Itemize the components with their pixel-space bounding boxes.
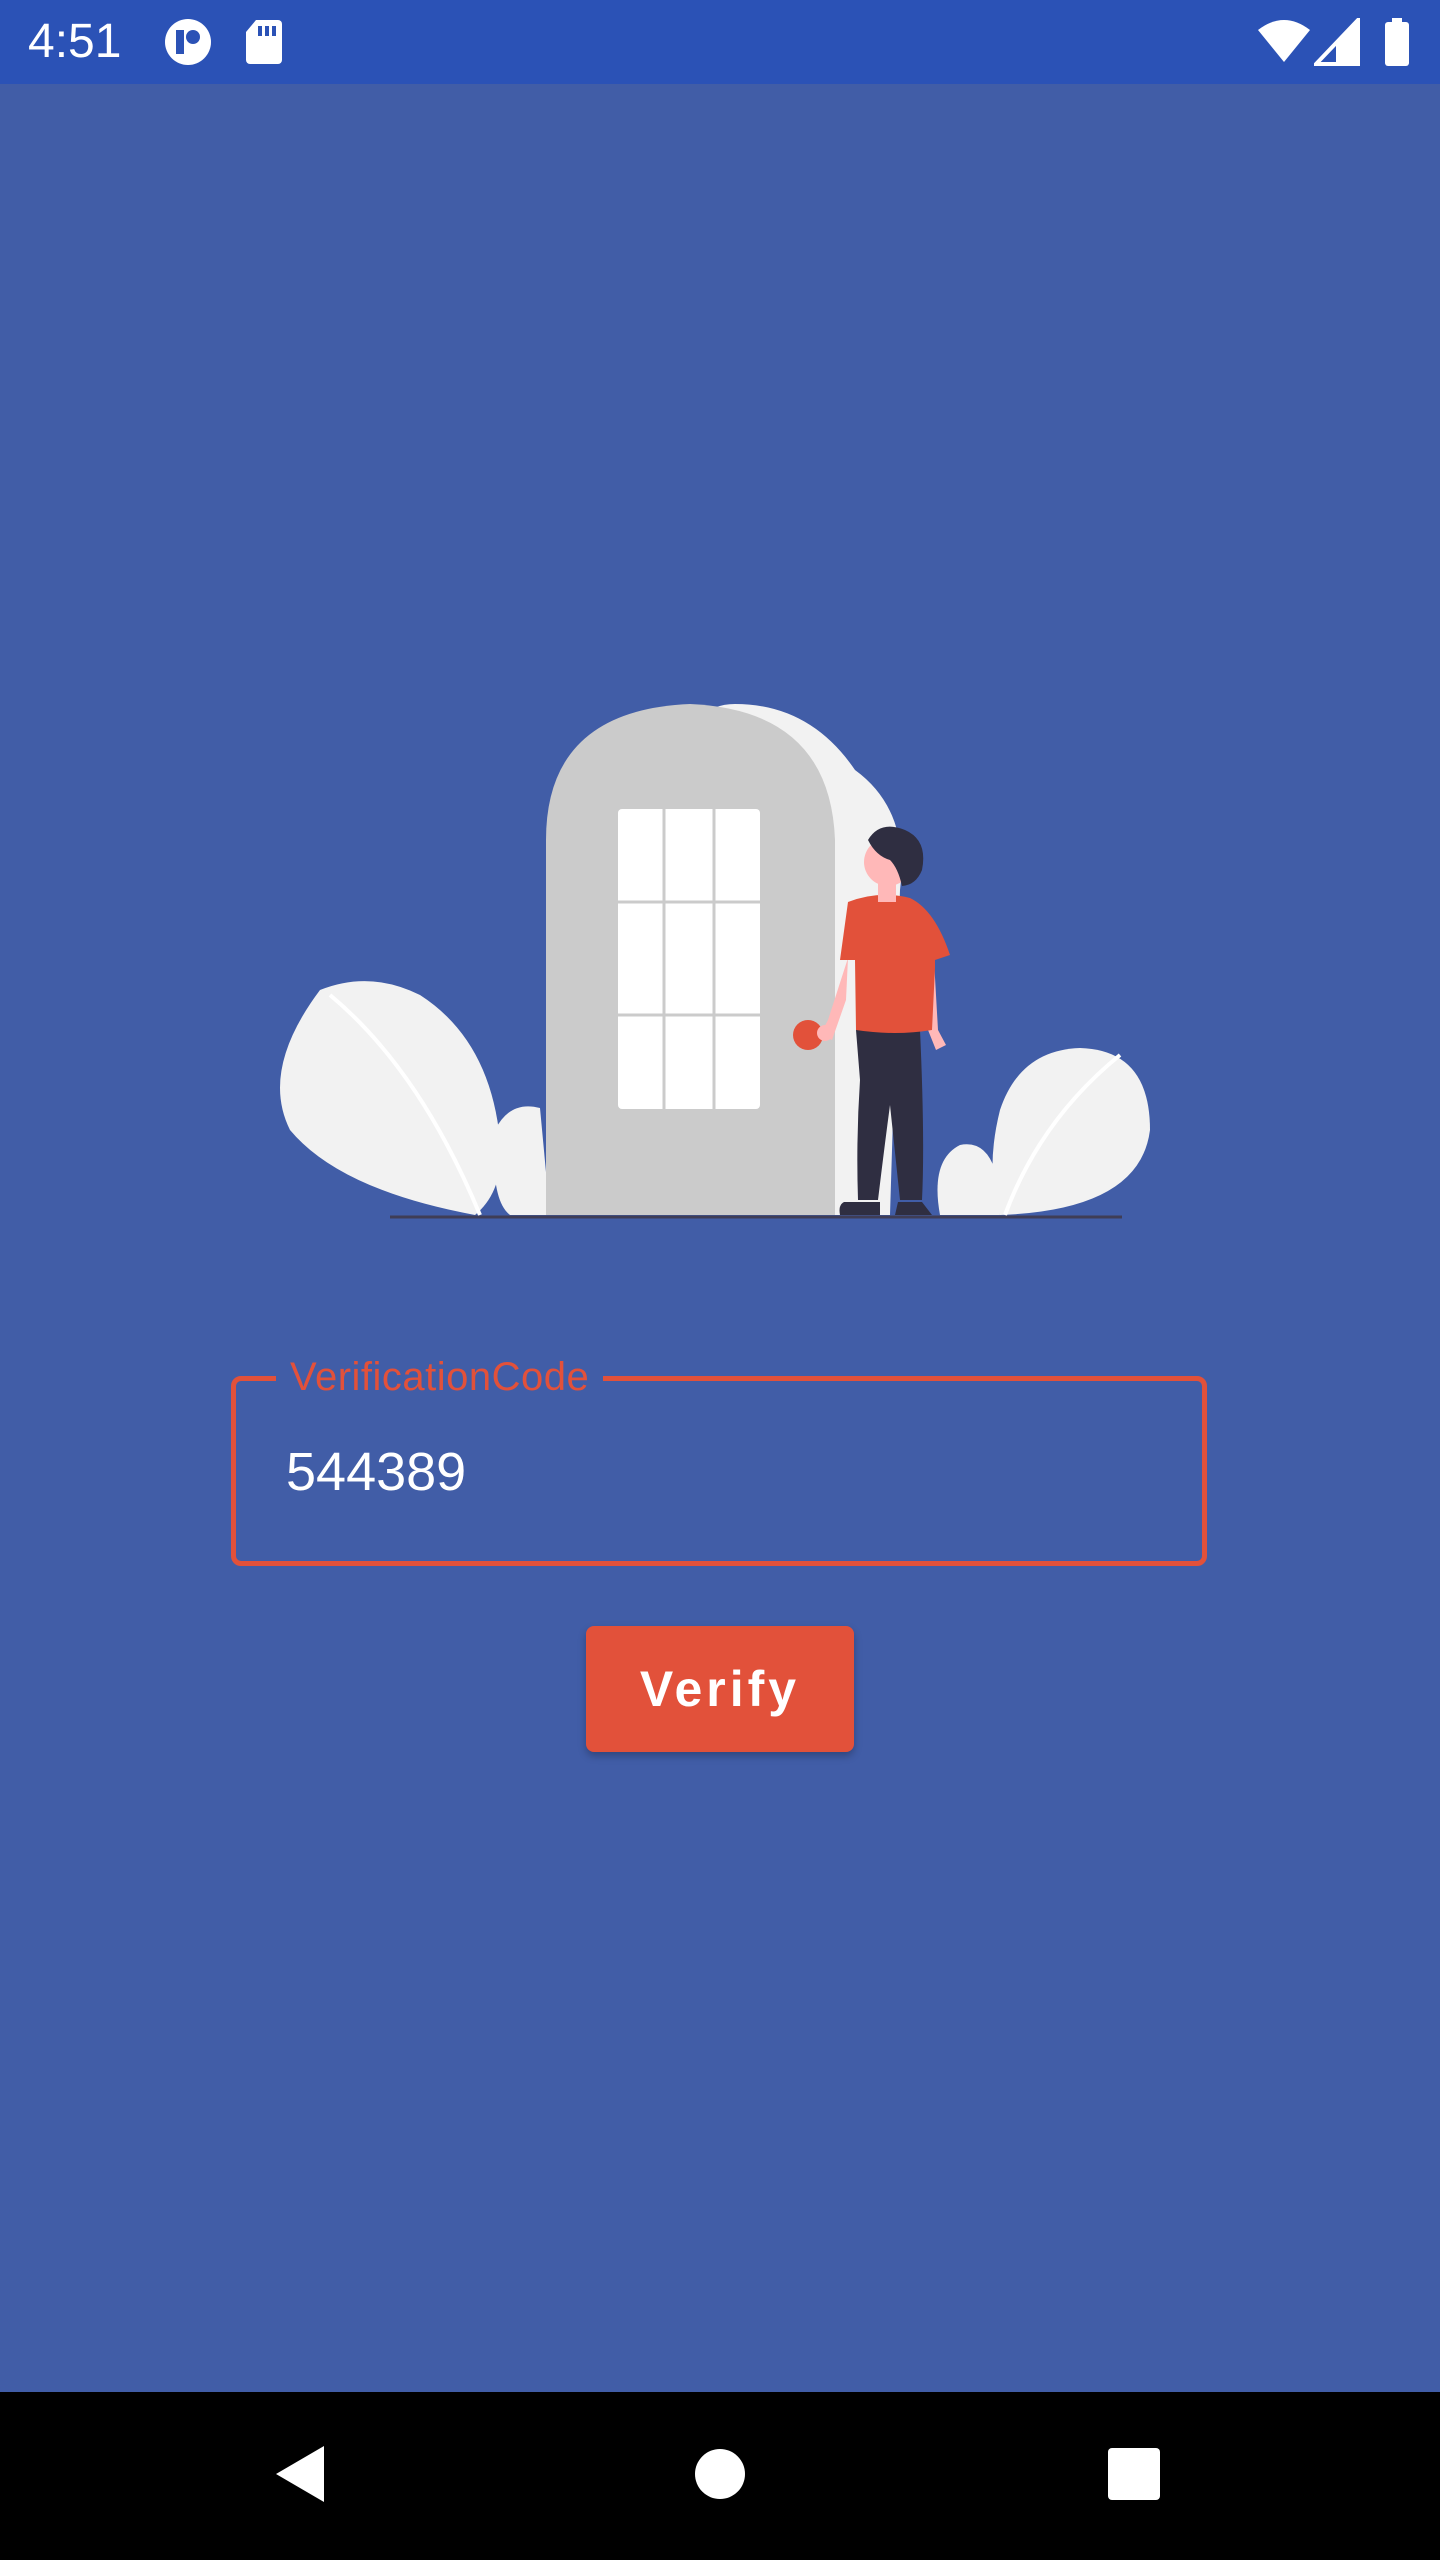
verification-code-field[interactable]: VerificationCode <box>231 1353 1207 1566</box>
verify-button[interactable]: Verify <box>586 1626 854 1752</box>
status-bar: 4:51 <box>0 0 1440 84</box>
home-button[interactable] <box>620 2392 820 2560</box>
verification-code-label: VerificationCode <box>276 1353 604 1401</box>
home-icon <box>694 2448 746 2505</box>
wifi-icon <box>1256 18 1312 66</box>
back-button[interactable] <box>200 2392 400 2560</box>
verification-code-input[interactable] <box>286 1437 1146 1507</box>
navigation-bar <box>0 2392 1440 2560</box>
recents-icon <box>1107 2447 1161 2506</box>
cellular-signal-icon <box>1311 15 1360 66</box>
door-and-person-illustration <box>280 690 1160 1230</box>
battery-icon <box>1384 18 1410 66</box>
status-time: 4:51 <box>28 15 122 68</box>
verification-screen: 4:51 VerificationCode 544389 Verify <box>0 0 1440 2560</box>
recents-button[interactable] <box>1034 2392 1234 2560</box>
sd-card-icon <box>244 18 284 66</box>
back-icon <box>272 2444 328 2509</box>
app-notification-icon <box>162 18 214 66</box>
